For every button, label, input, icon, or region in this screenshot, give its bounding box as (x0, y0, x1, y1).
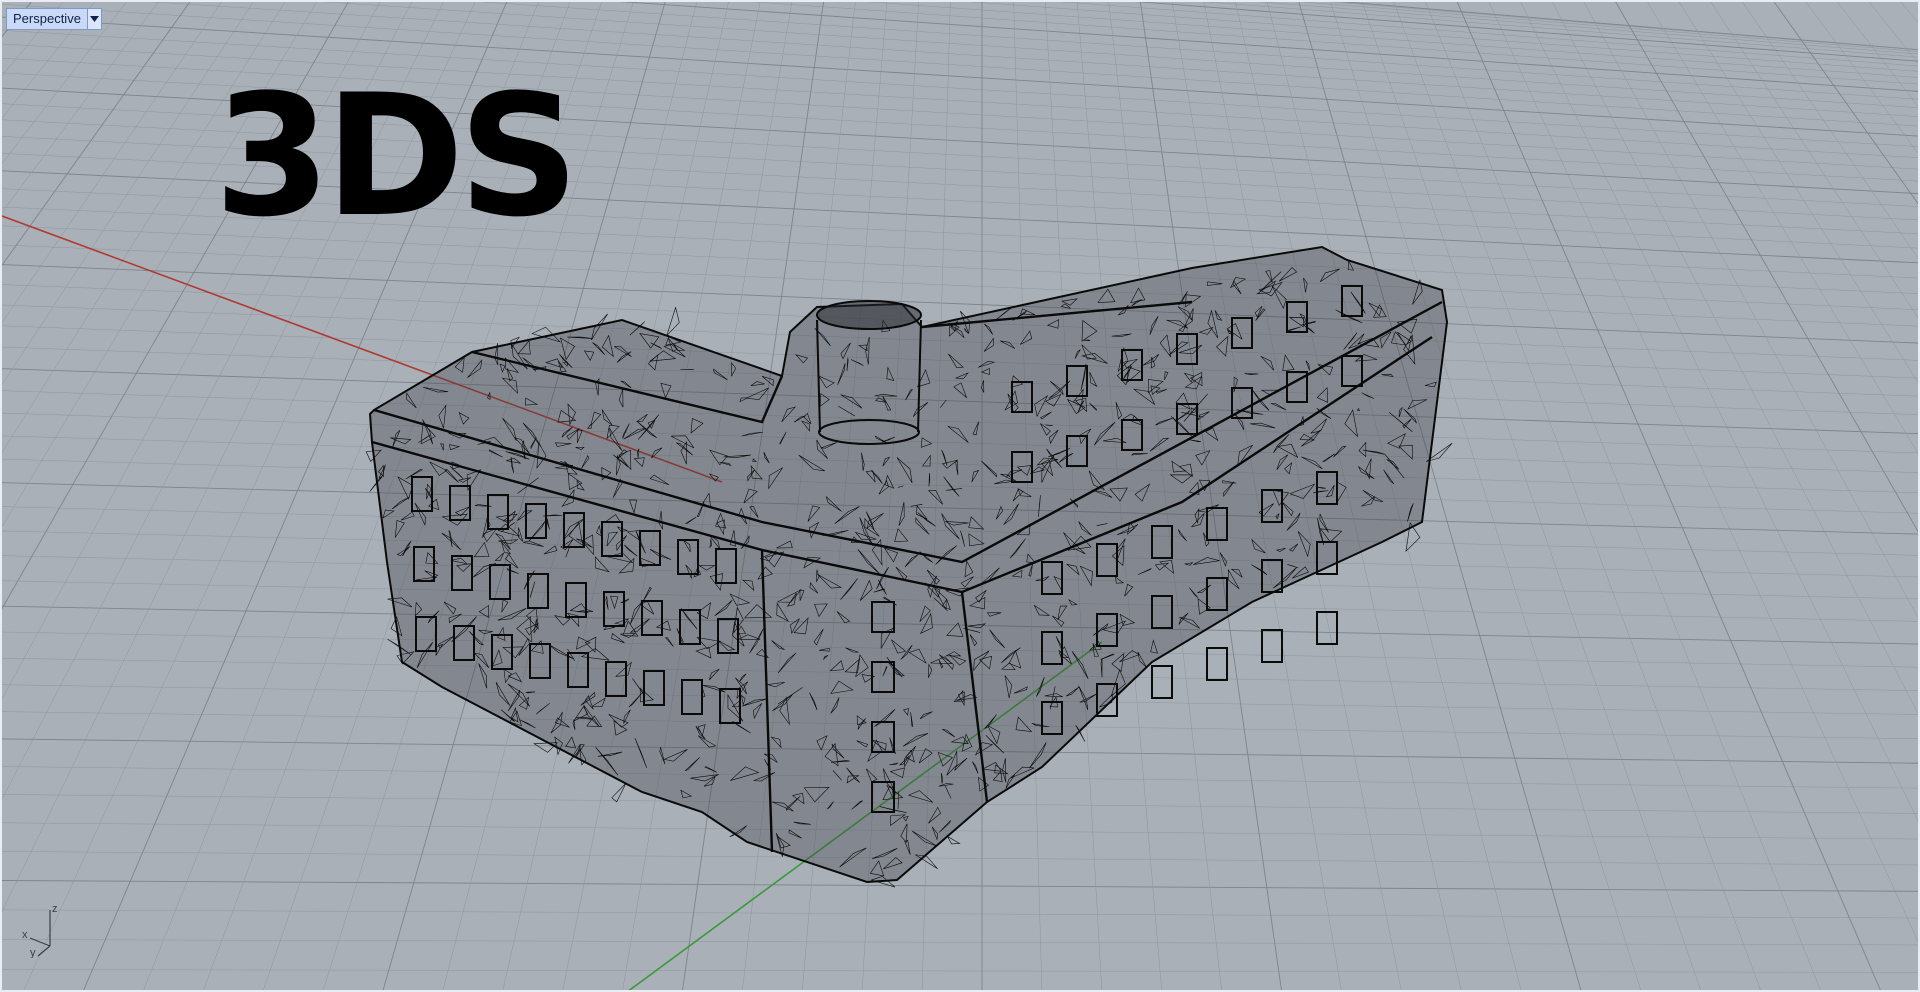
mesh-triangle (1083, 339, 1091, 341)
perspective-viewport[interactable]: 3DS Perspective z x y (0, 0, 1920, 992)
chevron-down-icon[interactable] (86, 9, 101, 29)
axis-x-label: x (22, 929, 28, 941)
axis-y-label: y (30, 947, 36, 958)
axis-z-label: z (52, 903, 58, 915)
viewport-title-label[interactable]: Perspective (7, 9, 87, 29)
overlay-3ds-label: 3DS (214, 58, 579, 254)
viewport-title-tab[interactable]: Perspective (6, 8, 102, 30)
axis-gizmo: z x y (22, 903, 58, 958)
